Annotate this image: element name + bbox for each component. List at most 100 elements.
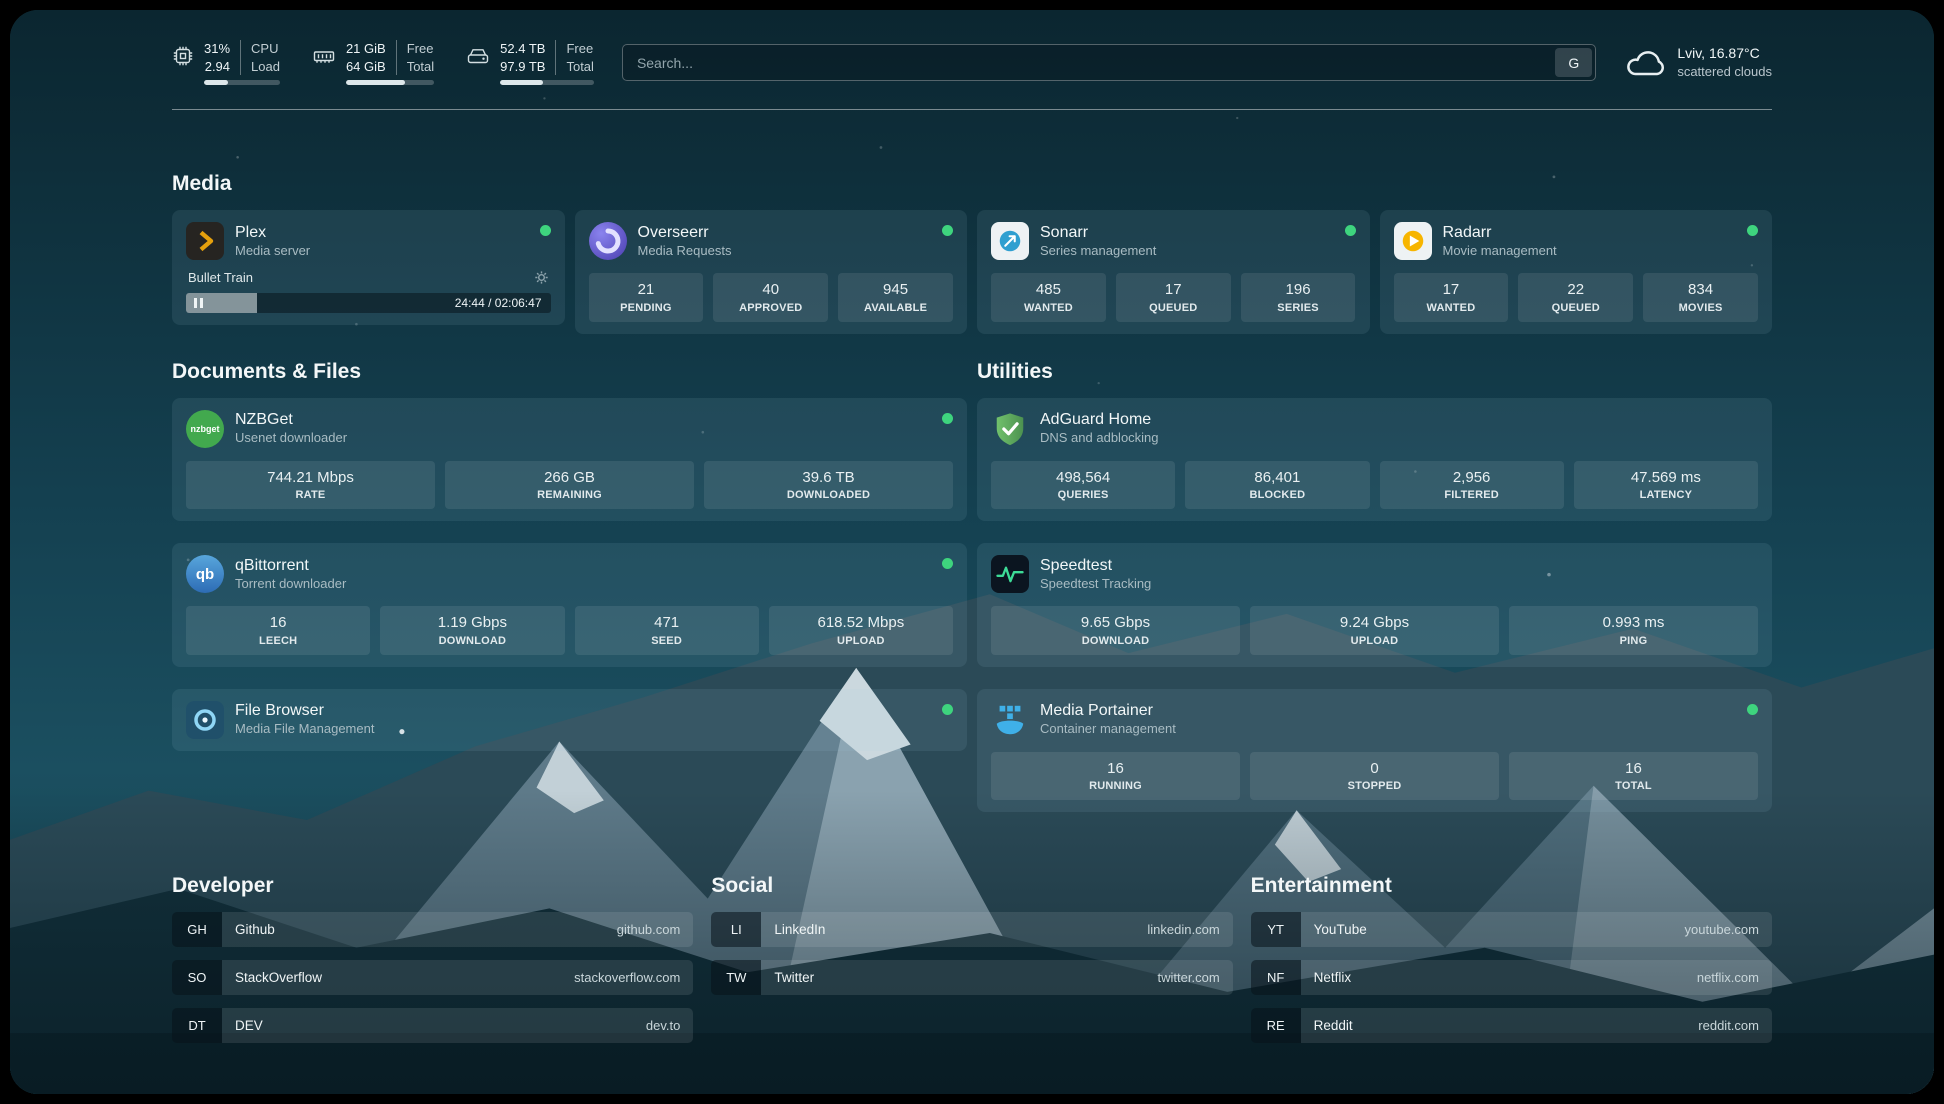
pause-icon[interactable] bbox=[186, 298, 211, 308]
bookmark-abbr: TW bbox=[711, 960, 761, 995]
radarr-icon bbox=[1394, 222, 1432, 260]
stat-value: 618.52 Mbps bbox=[773, 613, 949, 633]
memory-widget: 21 GiB 64 GiB Free Total bbox=[312, 40, 434, 85]
service-card-sonarr[interactable]: Sonarr Series management 485 WANTED 17 Q… bbox=[977, 210, 1370, 334]
stat-label: REMAINING bbox=[449, 489, 690, 501]
stat-box: 39.6 TB DOWNLOADED bbox=[704, 461, 953, 510]
stat-box: 22 QUEUED bbox=[1518, 273, 1633, 322]
service-card-nzbget[interactable]: nzbget NZBGet Usenet downloader 744.21 M… bbox=[172, 398, 967, 522]
gear-icon[interactable] bbox=[534, 270, 549, 285]
topbar: 31% 2.94 CPU Load bbox=[172, 10, 1772, 110]
disk-total-value: 97.9 TB bbox=[500, 58, 545, 76]
stat-box: 47.569 ms LATENCY bbox=[1574, 461, 1758, 510]
search-bar: G bbox=[622, 44, 1596, 81]
memory-progress-bar bbox=[346, 80, 434, 85]
bookmark-url: github.com bbox=[617, 922, 681, 937]
system-resources: 31% 2.94 CPU Load bbox=[172, 40, 594, 85]
stat-label: LATENCY bbox=[1578, 489, 1754, 501]
stat-box: 471 SEED bbox=[575, 606, 759, 655]
stat-label: UPLOAD bbox=[1254, 635, 1495, 647]
stat-label: APPROVED bbox=[717, 302, 824, 314]
stat-label: QUEUED bbox=[1120, 302, 1227, 314]
service-subtitle: Media Requests bbox=[638, 243, 732, 260]
stat-label: RUNNING bbox=[995, 780, 1236, 792]
stat-value: 16 bbox=[190, 613, 366, 633]
stat-label: DOWNLOAD bbox=[995, 635, 1236, 647]
service-name: AdGuard Home bbox=[1040, 410, 1159, 430]
dashboard-content: 31% 2.94 CPU Load bbox=[10, 10, 1934, 1094]
stat-label: DOWNLOAD bbox=[384, 635, 560, 647]
stat-box: 2,956 FILTERED bbox=[1380, 461, 1564, 510]
stat-value: 86,401 bbox=[1189, 468, 1365, 488]
stat-value: 17 bbox=[1120, 280, 1227, 300]
status-dot bbox=[540, 225, 551, 236]
stat-box: 196 SERIES bbox=[1241, 273, 1356, 322]
bookmark-github[interactable]: GH Github github.com bbox=[172, 912, 693, 947]
bookmark-stackoverflow[interactable]: SO StackOverflow stackoverflow.com bbox=[172, 960, 693, 995]
memory-free-value: 21 GiB bbox=[346, 40, 386, 58]
qbittorrent-icon: qb bbox=[186, 555, 224, 593]
service-subtitle: Container management bbox=[1040, 721, 1176, 738]
section-documents: Documents & Files nzbget NZBGet Usenet d… bbox=[172, 360, 967, 751]
service-card-overseerr[interactable]: Overseerr Media Requests 21 PENDING 40 A… bbox=[575, 210, 968, 334]
stat-label: PING bbox=[1513, 635, 1754, 647]
stat-value: 498,564 bbox=[995, 468, 1171, 488]
stat-value: 40 bbox=[717, 280, 824, 300]
stat-box: 618.52 Mbps UPLOAD bbox=[769, 606, 953, 655]
section-media: Media Plex Media server bbox=[172, 172, 1772, 334]
stat-box: 9.24 Gbps UPLOAD bbox=[1250, 606, 1499, 655]
memory-total-label: Total bbox=[407, 58, 434, 76]
service-name: Speedtest bbox=[1040, 556, 1151, 576]
bookmark-youtube[interactable]: YT YouTube youtube.com bbox=[1251, 912, 1772, 947]
stat-value: 485 bbox=[995, 280, 1102, 300]
service-subtitle: DNS and adblocking bbox=[1040, 430, 1159, 447]
filebrowser-icon bbox=[186, 701, 224, 739]
bookmark-dev[interactable]: DT DEV dev.to bbox=[172, 1008, 693, 1043]
service-subtitle: Torrent downloader bbox=[235, 576, 346, 593]
stat-box: 16 LEECH bbox=[186, 606, 370, 655]
stat-box: 17 WANTED bbox=[1394, 273, 1509, 322]
stat-label: WANTED bbox=[1398, 302, 1505, 314]
weather-condition: scattered clouds bbox=[1677, 63, 1772, 81]
bookmark-url: reddit.com bbox=[1698, 1018, 1759, 1033]
service-card-portainer[interactable]: Media Portainer Container management 16 … bbox=[977, 689, 1772, 813]
service-card-filebrowser[interactable]: File Browser Media File Management bbox=[172, 689, 967, 751]
stat-label: UPLOAD bbox=[773, 635, 949, 647]
bookmark-abbr: SO bbox=[172, 960, 222, 995]
service-subtitle: Media File Management bbox=[235, 721, 374, 738]
stat-box: 498,564 QUERIES bbox=[991, 461, 1175, 510]
section-utilities: Utilities AdGuard Home bbox=[977, 360, 1772, 813]
service-name: File Browser bbox=[235, 701, 374, 721]
bookmark-netflix[interactable]: NF Netflix netflix.com bbox=[1251, 960, 1772, 995]
disk-icon bbox=[466, 45, 490, 67]
service-name: NZBGet bbox=[235, 410, 347, 430]
search-provider-button[interactable]: G bbox=[1555, 48, 1592, 77]
service-card-adguard[interactable]: AdGuard Home DNS and adblocking 498,564 … bbox=[977, 398, 1772, 522]
search-input[interactable] bbox=[626, 55, 1555, 71]
bookmark-linkedin[interactable]: LI LinkedIn linkedin.com bbox=[711, 912, 1232, 947]
bookmark-twitter[interactable]: TW Twitter twitter.com bbox=[711, 960, 1232, 995]
service-card-speedtest[interactable]: Speedtest Speedtest Tracking 9.65 Gbps D… bbox=[977, 543, 1772, 667]
service-card-plex[interactable]: Plex Media server Bullet Train bbox=[172, 210, 565, 325]
stat-label: PENDING bbox=[593, 302, 700, 314]
disk-progress-bar bbox=[500, 80, 594, 85]
stat-label: FILTERED bbox=[1384, 489, 1560, 501]
stat-label: WANTED bbox=[995, 302, 1102, 314]
status-dot bbox=[942, 558, 953, 569]
cpu-usage-value: 31% bbox=[204, 40, 230, 58]
stat-value: 266 GB bbox=[449, 468, 690, 488]
stat-value: 471 bbox=[579, 613, 755, 633]
bookmark-group-entertainment: Entertainment YT YouTube youtube.com NF … bbox=[1251, 874, 1772, 1043]
section-title-media: Media bbox=[172, 172, 1772, 196]
service-name: Sonarr bbox=[1040, 223, 1156, 243]
service-card-qbittorrent[interactable]: qb qBittorrent Torrent downloader 16 LEE… bbox=[172, 543, 967, 667]
cpu-load-value: 2.94 bbox=[205, 58, 230, 76]
bookmark-url: linkedin.com bbox=[1147, 922, 1219, 937]
stat-label: STOPPED bbox=[1254, 780, 1495, 792]
bookmark-reddit[interactable]: RE Reddit reddit.com bbox=[1251, 1008, 1772, 1043]
stat-box: 0 STOPPED bbox=[1250, 752, 1499, 801]
section-title-documents: Documents & Files bbox=[172, 360, 967, 384]
service-card-radarr[interactable]: Radarr Movie management 17 WANTED 22 QUE… bbox=[1380, 210, 1773, 334]
stat-label: DOWNLOADED bbox=[708, 489, 949, 501]
plex-now-playing: Bullet Train 24:44 / 02:06:4 bbox=[186, 269, 551, 313]
